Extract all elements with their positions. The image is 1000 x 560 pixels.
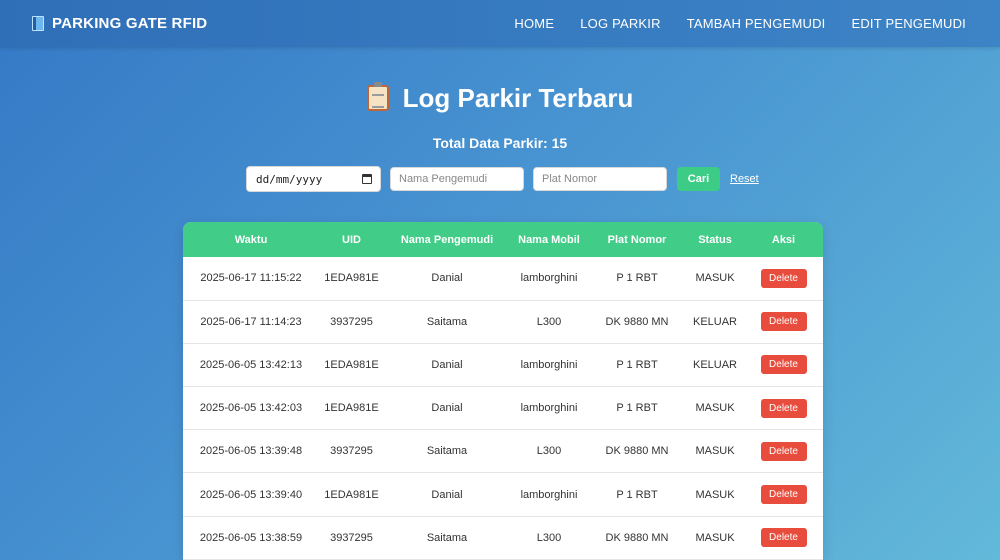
cell-uid: 3937295 xyxy=(330,445,373,458)
delete-button[interactable]: Delete xyxy=(760,398,807,418)
driver-name-placeholder: Nama Pengemudi xyxy=(399,173,488,185)
nav-log-parkir[interactable]: LOG PARKIR xyxy=(580,16,661,31)
cell-aksi: Delete xyxy=(744,473,823,516)
cell-plat-nomor: DK 9880 MN xyxy=(605,531,669,544)
header-aksi: Aksi xyxy=(771,233,796,246)
clipboard-icon xyxy=(366,82,389,111)
cell-uid: 1EDA981E xyxy=(324,272,379,285)
delete-button[interactable]: Delete xyxy=(760,528,807,548)
brand[interactable]: PARKING GATE RFID xyxy=(32,15,207,32)
cell-nama-mobil: lamborghini xyxy=(520,272,578,285)
cell-waktu: 2025-06-17 11:15:22 xyxy=(200,272,302,285)
cell-uid: 3937295 xyxy=(330,315,373,328)
cell-nama-mobil: L300 xyxy=(536,445,562,458)
brand-title: PARKING GATE RFID xyxy=(52,15,208,32)
driver-name-input[interactable]: Nama Pengemudi xyxy=(390,167,524,191)
cell-status: MASUK xyxy=(695,488,735,501)
parking-log-table: Waktu UID Nama Pengemudi Nama Mobil Plat… xyxy=(183,222,823,560)
cell-waktu: 2025-06-05 13:39:48 xyxy=(199,445,303,458)
cell-status: MASUK xyxy=(695,531,735,544)
header-uid: UID xyxy=(342,233,361,246)
nav-home[interactable]: HOME xyxy=(514,16,554,31)
delete-button[interactable]: Delete xyxy=(760,312,807,332)
table-header-row: Waktu UID Nama Pengemudi Nama Mobil Plat… xyxy=(183,222,823,257)
calendar-icon[interactable] xyxy=(362,174,372,184)
cell-nama-mobil: lamborghini xyxy=(520,402,578,415)
cell-nama-mobil: L300 xyxy=(536,315,562,328)
cell-plat-nomor: P 1 RBT xyxy=(616,402,658,415)
cell-aksi: Delete xyxy=(744,387,823,430)
header-nama-mobil: Nama Mobil xyxy=(518,233,580,246)
delete-button[interactable]: Delete xyxy=(760,441,807,461)
cell-nama-pengemudi: Saitama xyxy=(426,445,468,458)
delete-button[interactable]: Delete xyxy=(760,268,807,288)
cell-status: KELUAR xyxy=(692,315,738,328)
page-title: Log Parkir Terbaru xyxy=(0,80,1000,116)
nav-links: HOME LOG PARKIR TAMBAH PENGEMUDI EDIT PE… xyxy=(514,16,966,31)
cell-uid: 1EDA981E xyxy=(324,402,379,415)
cell-aksi: Delete xyxy=(744,430,823,473)
cell-plat-nomor: DK 9880 MN xyxy=(605,315,669,328)
cell-nama-mobil: lamborghini xyxy=(520,358,578,371)
cell-aksi: Delete xyxy=(744,343,823,386)
nav-edit-pengemudi[interactable]: EDIT PENGEMUDI xyxy=(851,16,966,31)
filter-bar: dd/mm/yyyy Nama Pengemudi Plat Nomor Car… xyxy=(246,166,759,192)
delete-button[interactable]: Delete xyxy=(760,485,807,505)
cell-nama-pengemudi: Saitama xyxy=(426,531,468,544)
cell-waktu: 2025-06-05 13:42:03 xyxy=(199,402,303,415)
table-row: 2025-06-05 13:42:03 1EDA981E Danial lamb… xyxy=(183,387,823,430)
search-button[interactable]: Cari xyxy=(677,167,720,191)
cell-status: MASUK xyxy=(695,272,735,285)
table-row: 2025-06-17 11:15:22 1EDA981E Danial lamb… xyxy=(183,257,823,301)
cell-plat-nomor: P 1 RBT xyxy=(616,272,658,285)
total-count: Total Data Parkir: 15 xyxy=(432,135,568,151)
cell-aksi: Delete xyxy=(744,516,823,559)
plate-number-placeholder: Plat Nomor xyxy=(542,173,598,185)
cell-status: MASUK xyxy=(695,445,735,458)
plate-number-input[interactable]: Plat Nomor xyxy=(533,167,667,191)
cell-plat-nomor: P 1 RBT xyxy=(616,488,658,501)
cell-waktu: 2025-06-05 13:39:40 xyxy=(199,488,303,501)
delete-button[interactable]: Delete xyxy=(760,355,807,375)
table-row: 2025-06-05 13:39:48 3937295 Saitama L300… xyxy=(183,430,823,473)
header-status: Status xyxy=(698,233,732,246)
cell-status: MASUK xyxy=(695,402,735,415)
cell-uid: 1EDA981E xyxy=(324,488,379,501)
cell-nama-pengemudi: Danial xyxy=(431,488,463,501)
cell-uid: 1EDA981E xyxy=(324,358,379,371)
cell-nama-pengemudi: Danial xyxy=(431,402,463,415)
cell-aksi: Delete xyxy=(744,257,823,300)
date-input[interactable]: dd/mm/yyyy xyxy=(246,166,381,192)
header-waktu: Waktu xyxy=(234,233,268,246)
date-placeholder: dd/mm/yyyy xyxy=(256,172,323,186)
table-row: 2025-06-17 11:14:23 3937295 Saitama L300… xyxy=(183,300,823,344)
cell-status: KELUAR xyxy=(692,358,738,371)
table-row: 2025-06-05 13:39:40 1EDA981E Danial lamb… xyxy=(183,473,823,517)
table-row: 2025-06-05 13:42:13 1EDA981E Danial lamb… xyxy=(183,343,823,387)
nav-tambah-pengemudi[interactable]: TAMBAH PENGEMUDI xyxy=(687,16,826,31)
page-title-text: Log Parkir Terbaru xyxy=(402,82,634,113)
book-icon xyxy=(32,16,44,31)
header-nama-pengemudi: Nama Pengemudi xyxy=(400,233,494,246)
cell-nama-mobil: lamborghini xyxy=(520,488,578,501)
reset-link[interactable]: Reset xyxy=(730,173,759,185)
cell-uid: 3937295 xyxy=(330,531,373,544)
cell-waktu: 2025-06-17 11:14:23 xyxy=(200,315,302,328)
cell-plat-nomor: DK 9880 MN xyxy=(605,445,669,458)
table-row: 2025-06-05 13:38:59 3937295 Saitama L300… xyxy=(183,516,823,560)
cell-nama-pengemudi: Saitama xyxy=(426,315,468,328)
cell-plat-nomor: P 1 RBT xyxy=(616,358,658,371)
cell-aksi: Delete xyxy=(744,300,823,343)
cell-nama-pengemudi: Danial xyxy=(431,272,463,285)
cell-nama-pengemudi: Danial xyxy=(431,358,463,371)
navbar: PARKING GATE RFID HOME LOG PARKIR TAMBAH… xyxy=(0,0,1000,47)
cell-waktu: 2025-06-05 13:38:59 xyxy=(199,531,303,544)
cell-nama-mobil: L300 xyxy=(536,531,562,544)
cell-waktu: 2025-06-05 13:42:13 xyxy=(199,358,303,371)
header-plat-nomor: Plat Nomor xyxy=(607,233,667,246)
